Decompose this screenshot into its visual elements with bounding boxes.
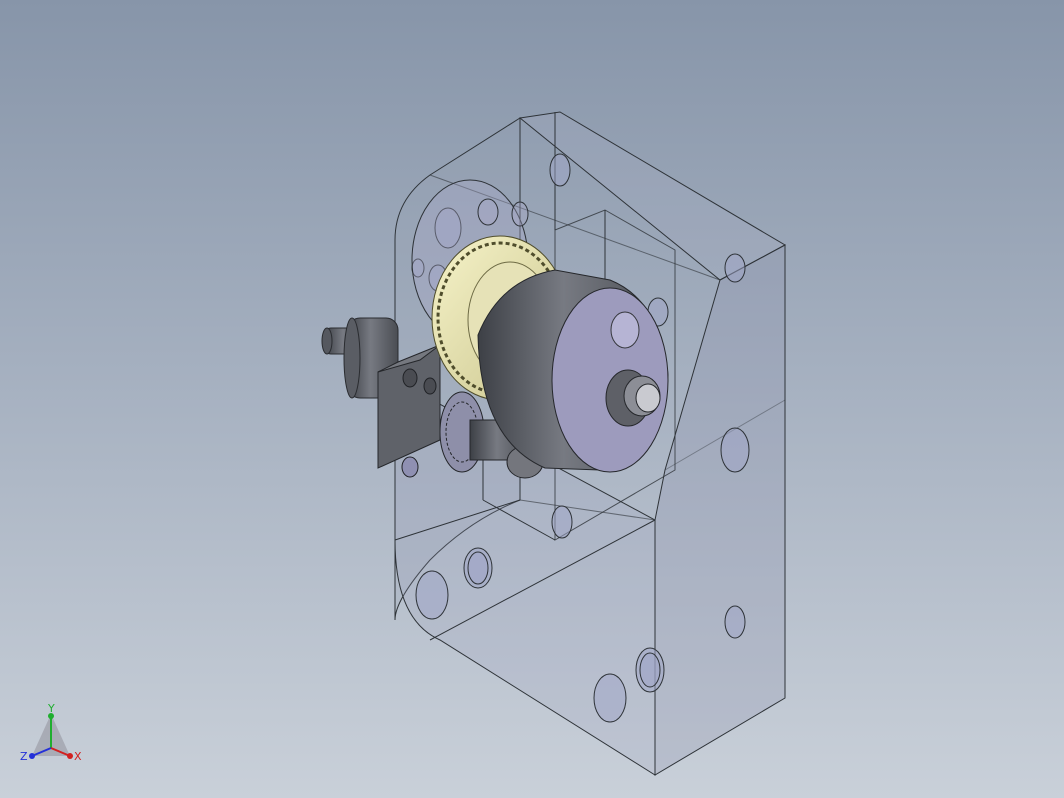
assembly-model[interactable]	[0, 0, 1064, 798]
y-axis-label: Y	[47, 702, 55, 715]
housing-top-face	[518, 111, 787, 281]
x-axis-tip	[67, 753, 73, 759]
orientation-triad[interactable]: Y X Z	[18, 700, 88, 770]
triad-svg: Y X Z	[20, 702, 82, 763]
z-axis-label: Z	[20, 750, 28, 763]
z-axis-tip	[29, 753, 35, 759]
x-axis-label: X	[74, 750, 82, 763]
graphics-viewport[interactable]: Y X Z	[0, 0, 1064, 798]
